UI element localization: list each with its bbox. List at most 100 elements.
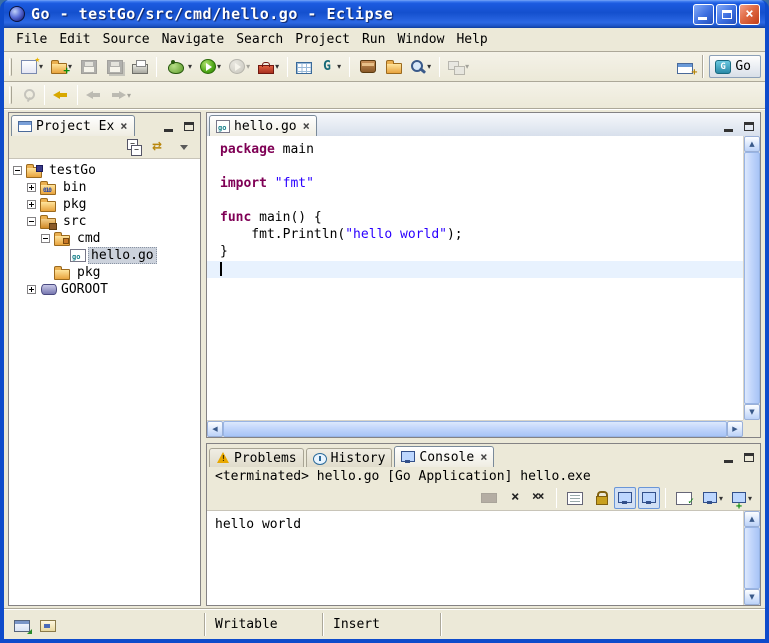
fast-view-icon[interactable] — [14, 620, 30, 632]
menu-project[interactable]: Project — [289, 29, 356, 50]
new-go-element-button[interactable]: ▾ — [48, 56, 75, 78]
dropdown-arrow-icon[interactable]: ▾ — [719, 494, 723, 503]
menu-help[interactable]: Help — [450, 29, 493, 50]
scroll-up-button[interactable]: ▲ — [744, 511, 760, 527]
code-line[interactable]: func main() { — [220, 210, 743, 227]
code-line[interactable] — [220, 193, 743, 210]
clear-console-button[interactable] — [562, 487, 588, 509]
new-wizard-button[interactable]: ▾ — [17, 56, 46, 78]
panel-minimize-button[interactable] — [719, 118, 737, 134]
collapse-icon[interactable] — [41, 234, 50, 243]
scrollbar-thumb[interactable] — [744, 152, 760, 404]
remove-all-launches-button[interactable] — [529, 487, 551, 509]
scroll-down-button[interactable]: ▼ — [744, 404, 760, 420]
go-launch-button[interactable]: ▾ — [317, 56, 344, 78]
tree-item-src[interactable]: src — [9, 213, 200, 230]
panel-maximize-button[interactable] — [740, 118, 758, 134]
panel-minimize-button[interactable] — [719, 449, 737, 465]
word-wrap-button[interactable] — [614, 487, 636, 509]
expand-icon[interactable] — [27, 183, 36, 192]
tree-item-pkg[interactable]: pkg — [9, 264, 200, 281]
collapse-icon[interactable] — [13, 166, 22, 175]
last-edit-location-button[interactable] — [50, 84, 72, 106]
menu-file[interactable]: File — [10, 29, 53, 50]
debug-button[interactable]: ▾ — [162, 56, 195, 78]
close-icon[interactable]: × — [303, 121, 310, 131]
search-button[interactable]: ▾ — [407, 56, 434, 78]
panel-minimize-button[interactable] — [159, 118, 177, 134]
open-folder-button[interactable] — [383, 56, 405, 78]
menu-window[interactable]: Window — [391, 29, 450, 50]
scrollbar-thumb[interactable] — [744, 527, 760, 589]
dropdown-arrow-icon[interactable]: ▾ — [217, 62, 221, 71]
code-line[interactable]: package main — [220, 142, 743, 159]
expand-icon[interactable] — [27, 285, 36, 294]
open-console-button[interactable]: ▾ — [728, 487, 755, 509]
dropdown-arrow-icon[interactable]: ▾ — [246, 62, 250, 71]
link-with-editor-button[interactable] — [148, 136, 170, 158]
code-line[interactable]: import "fmt" — [220, 176, 743, 193]
toolbar-grip[interactable] — [9, 58, 12, 76]
expand-icon[interactable] — [27, 200, 36, 209]
panel-maximize-button[interactable] — [180, 118, 198, 134]
dropdown-arrow-icon[interactable]: ▾ — [337, 62, 341, 71]
tab-hello-go[interactable]: hello.go × — [209, 115, 317, 136]
menu-navigate[interactable]: Navigate — [156, 29, 231, 50]
minimize-button[interactable] — [693, 4, 714, 25]
scroll-lock-button[interactable] — [590, 487, 612, 509]
menu-run[interactable]: Run — [356, 29, 391, 50]
close-icon[interactable]: × — [480, 452, 487, 462]
editor-horizontal-scrollbar[interactable]: ◀ ▶ — [207, 420, 743, 437]
new-go-app-button[interactable] — [293, 56, 315, 78]
scroll-left-button[interactable]: ◀ — [207, 421, 223, 437]
jar-button[interactable] — [355, 56, 381, 78]
dropdown-arrow-icon[interactable]: ▾ — [127, 91, 131, 100]
code-line[interactable]: fmt.Println("hello world"); — [220, 227, 743, 244]
console-output[interactable]: hello world — [207, 511, 743, 605]
workspace-status-icon[interactable] — [40, 620, 56, 632]
tab-problems[interactable]: Problems — [209, 448, 304, 467]
pin-console-button[interactable] — [638, 487, 660, 509]
go-perspective-button[interactable]: Go — [709, 55, 761, 78]
close-button[interactable]: × — [739, 4, 760, 25]
menu-source[interactable]: Source — [97, 29, 156, 50]
collapse-icon[interactable] — [27, 217, 36, 226]
code-line[interactable] — [207, 261, 743, 278]
scroll-up-button[interactable]: ▲ — [744, 136, 760, 152]
console-vertical-scrollbar[interactable]: ▲ ▼ — [743, 511, 760, 605]
code-editor[interactable]: package main import "fmt" func main() { fm… — [207, 136, 743, 420]
dropdown-arrow-icon[interactable]: ▾ — [465, 62, 469, 71]
dropdown-arrow-icon[interactable]: ▾ — [275, 62, 279, 71]
tree-item-pkg[interactable]: pkg — [9, 196, 200, 213]
remove-launch-button[interactable] — [505, 487, 527, 509]
external-tools-button[interactable]: ▾ — [255, 56, 282, 78]
menu-search[interactable]: Search — [230, 29, 289, 50]
code-line[interactable]: } — [220, 244, 743, 261]
maximize-button[interactable] — [716, 4, 737, 25]
tree-item-bin[interactable]: bin — [9, 179, 200, 196]
tree-item-goroot[interactable]: GOROOT — [9, 281, 200, 298]
toolbar-grip[interactable] — [9, 86, 12, 104]
tab-project-explorer[interactable]: Project Ex × — [11, 115, 135, 136]
scroll-down-button[interactable]: ▼ — [744, 589, 760, 605]
panel-maximize-button[interactable] — [740, 449, 758, 465]
code-line[interactable] — [220, 159, 743, 176]
scroll-right-button[interactable]: ▶ — [727, 421, 743, 437]
dropdown-arrow-icon[interactable]: ▾ — [427, 62, 431, 71]
tree-item-testgo[interactable]: testGo — [9, 162, 200, 179]
collapse-all-button[interactable] — [123, 136, 145, 158]
display-console-button[interactable]: ▾ — [699, 487, 726, 509]
open-perspective-button[interactable] — [674, 56, 696, 78]
tree-item-cmd[interactable]: cmd — [9, 230, 200, 247]
print-button[interactable] — [129, 56, 151, 78]
close-icon[interactable]: × — [120, 121, 127, 131]
scrollbar-thumb[interactable] — [223, 421, 727, 437]
tree-item-hello-go[interactable]: hello.go — [9, 247, 200, 264]
view-menu-button[interactable] — [173, 136, 195, 158]
show-on-output-button[interactable] — [671, 487, 697, 509]
tab-console[interactable]: Console× — [394, 446, 494, 467]
run-button[interactable]: ▾ — [197, 56, 224, 78]
tab-history[interactable]: History — [306, 448, 393, 467]
dropdown-arrow-icon[interactable]: ▾ — [188, 62, 192, 71]
menu-edit[interactable]: Edit — [53, 29, 96, 50]
